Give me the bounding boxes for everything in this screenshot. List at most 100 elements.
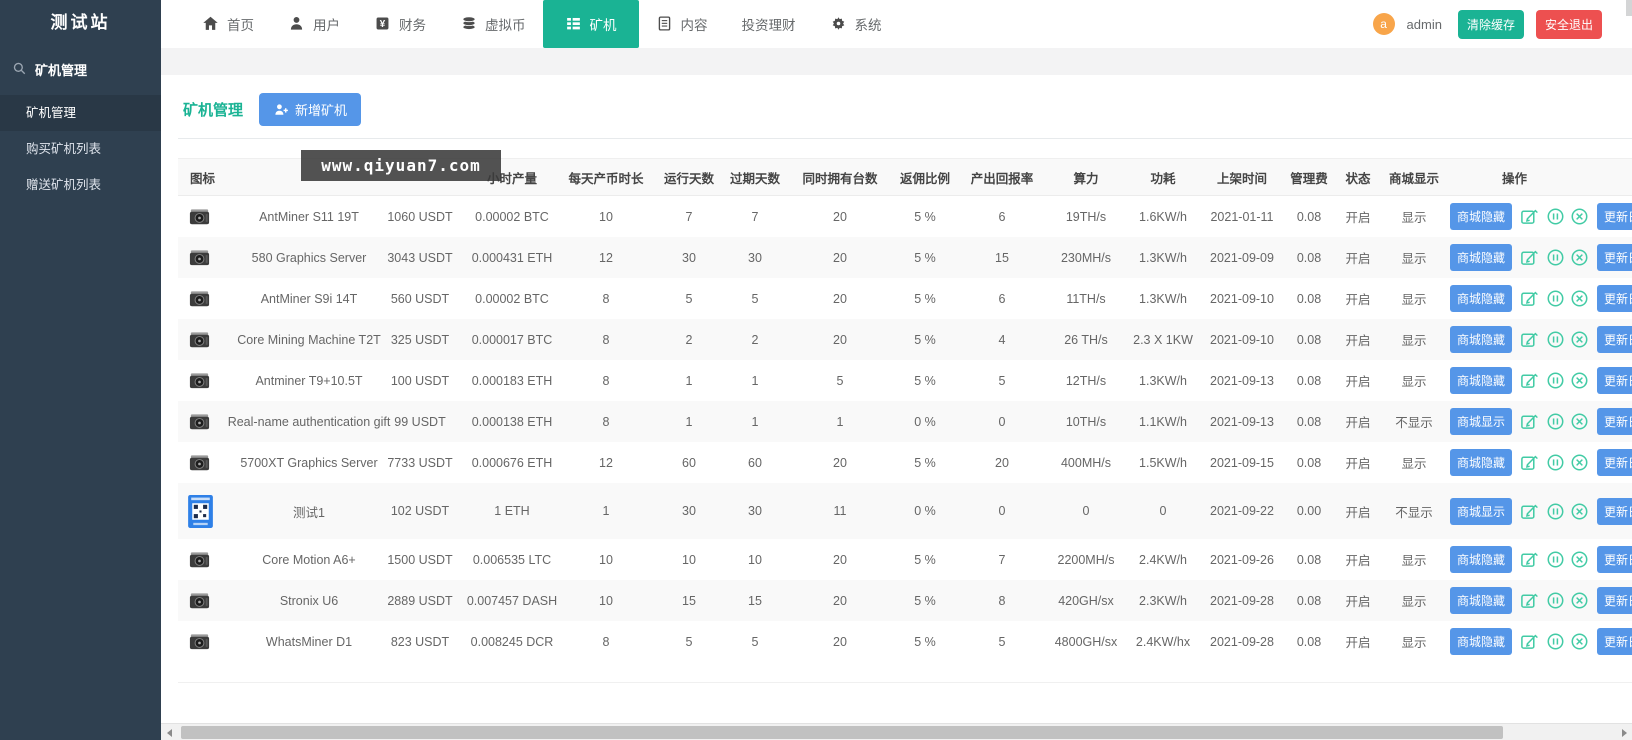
pause-button[interactable] bbox=[1546, 412, 1565, 431]
cell-rebate: 0 % bbox=[890, 504, 960, 518]
nav-item[interactable]: 投资理财 bbox=[725, 0, 813, 48]
update-log-button[interactable]: 更新日志 bbox=[1597, 367, 1632, 394]
mall-toggle-button[interactable]: 商城隐藏 bbox=[1450, 326, 1512, 353]
edit-button[interactable] bbox=[1520, 412, 1539, 431]
cell-shelf-date: 2021-09-10 bbox=[1198, 333, 1286, 347]
cell-name: Real-name authentication gift bbox=[248, 415, 370, 429]
cell-daily-hours: 8 bbox=[554, 333, 658, 347]
mall-toggle-button[interactable]: 商城隐藏 bbox=[1450, 449, 1512, 476]
edit-button[interactable] bbox=[1520, 207, 1539, 226]
update-log-button[interactable]: 更新日志 bbox=[1597, 326, 1632, 353]
pause-icon bbox=[1546, 502, 1565, 521]
pause-button[interactable] bbox=[1546, 453, 1565, 472]
update-log-button[interactable]: 更新日志 bbox=[1597, 546, 1632, 573]
avatar[interactable]: a bbox=[1373, 13, 1395, 35]
edit-button[interactable] bbox=[1520, 371, 1539, 390]
edit-button[interactable] bbox=[1520, 289, 1539, 308]
pause-button[interactable] bbox=[1546, 502, 1565, 521]
edit-button[interactable] bbox=[1520, 632, 1539, 651]
pause-button[interactable] bbox=[1546, 330, 1565, 349]
username[interactable]: admin bbox=[1407, 17, 1442, 32]
cancel-button[interactable] bbox=[1570, 412, 1589, 431]
scroll-left-arrow-icon[interactable] bbox=[161, 724, 177, 740]
pause-button[interactable] bbox=[1546, 248, 1565, 267]
cell-mgmt-fee: 0.08 bbox=[1286, 374, 1332, 388]
mall-toggle-button[interactable]: 商城显示 bbox=[1450, 498, 1512, 525]
cell-mall-display: 显示 bbox=[1384, 248, 1444, 267]
cell-price: 7733 USDT bbox=[370, 456, 470, 470]
cancel-button[interactable] bbox=[1570, 502, 1589, 521]
cancel-button[interactable] bbox=[1570, 248, 1589, 267]
update-log-button[interactable]: 更新日志 bbox=[1597, 203, 1632, 230]
nav-item[interactable]: 内容 bbox=[639, 0, 725, 48]
edit-button[interactable] bbox=[1520, 502, 1539, 521]
cell-return-rate: 8 bbox=[960, 594, 1044, 608]
nav-item[interactable]: 矿机 bbox=[543, 0, 639, 48]
edit-button[interactable] bbox=[1520, 591, 1539, 610]
cancel-button[interactable] bbox=[1570, 371, 1589, 390]
cell-shelf-date: 2021-09-15 bbox=[1198, 456, 1286, 470]
actions-cell: 商城隐藏 更新日志 bbox=[1444, 244, 1632, 271]
pause-button[interactable] bbox=[1546, 591, 1565, 610]
cancel-button[interactable] bbox=[1570, 453, 1589, 472]
add-miner-button[interactable]: 新增矿机 bbox=[259, 93, 361, 126]
mall-toggle-button[interactable]: 商城隐藏 bbox=[1450, 244, 1512, 271]
mall-toggle-button[interactable]: 商城隐藏 bbox=[1450, 203, 1512, 230]
edit-button[interactable] bbox=[1520, 550, 1539, 569]
update-log-button[interactable]: 更新日志 bbox=[1597, 244, 1632, 271]
clear-cache-button[interactable]: 清除缓存 bbox=[1458, 10, 1524, 39]
pause-button[interactable] bbox=[1546, 371, 1565, 390]
miner-table: 图标小时产量每天产币时长运行天数过期天数同时拥有台数返佣比例产出回报率算力功耗上… bbox=[178, 158, 1632, 683]
cell-expire-days: 1 bbox=[720, 374, 790, 388]
edit-button[interactable] bbox=[1520, 248, 1539, 267]
update-log-button[interactable]: 更新日志 bbox=[1597, 449, 1632, 476]
edit-button[interactable] bbox=[1520, 330, 1539, 349]
mall-toggle-button[interactable]: 商城隐藏 bbox=[1450, 587, 1512, 614]
mall-toggle-button[interactable]: 商城隐藏 bbox=[1450, 628, 1512, 655]
edit-icon bbox=[1520, 207, 1539, 226]
mall-toggle-button[interactable]: 商城隐藏 bbox=[1450, 546, 1512, 573]
sidebar-item[interactable]: 矿机管理 bbox=[0, 95, 161, 131]
edit-icon bbox=[1520, 289, 1539, 308]
cell-hashrate: 2200MH/s bbox=[1044, 553, 1128, 567]
mall-toggle-button[interactable]: 商城隐藏 bbox=[1450, 367, 1512, 394]
mall-toggle-button[interactable]: 商城显示 bbox=[1450, 408, 1512, 435]
cancel-button[interactable] bbox=[1570, 289, 1589, 308]
mall-toggle-button[interactable]: 商城隐藏 bbox=[1450, 285, 1512, 312]
update-log-button[interactable]: 更新日志 bbox=[1597, 498, 1632, 525]
sidebar-item[interactable]: 赠送矿机列表 bbox=[0, 167, 161, 203]
nav-item[interactable]: 系统 bbox=[813, 0, 899, 48]
cell-hourly-output: 0.000431 ETH bbox=[470, 251, 554, 265]
sidebar-item[interactable]: 购买矿机列表 bbox=[0, 131, 161, 167]
cell-shelf-date: 2021-09-10 bbox=[1198, 292, 1286, 306]
update-log-button[interactable]: 更新日志 bbox=[1597, 285, 1632, 312]
table-body: AntMiner S11 19T1060 USDT0.00002 BTC1077… bbox=[178, 196, 1632, 662]
cancel-button[interactable] bbox=[1570, 330, 1589, 349]
cell-daily-hours: 8 bbox=[554, 415, 658, 429]
nav-item[interactable]: 首页 bbox=[185, 0, 271, 48]
pause-button[interactable] bbox=[1546, 550, 1565, 569]
cancel-button[interactable] bbox=[1570, 207, 1589, 226]
scrollbar-thumb[interactable] bbox=[181, 726, 1503, 739]
cancel-button[interactable] bbox=[1570, 591, 1589, 610]
scroll-right-arrow-icon[interactable] bbox=[1616, 724, 1632, 740]
cancel-button[interactable] bbox=[1570, 632, 1589, 651]
update-log-button[interactable]: 更新日志 bbox=[1597, 587, 1632, 614]
update-log-button[interactable]: 更新日志 bbox=[1597, 408, 1632, 435]
cell-status: 开启 bbox=[1332, 412, 1384, 431]
cancel-button[interactable] bbox=[1570, 550, 1589, 569]
cancel-icon bbox=[1570, 248, 1589, 267]
nav-item[interactable]: ¥财务 bbox=[357, 0, 443, 48]
edit-button[interactable] bbox=[1520, 453, 1539, 472]
pause-button[interactable] bbox=[1546, 289, 1565, 308]
logout-button[interactable]: 安全退出 bbox=[1536, 10, 1602, 39]
cell-shelf-date: 2021-09-26 bbox=[1198, 553, 1286, 567]
pause-button[interactable] bbox=[1546, 632, 1565, 651]
nav-item[interactable]: 用户 bbox=[271, 0, 357, 48]
horizontal-scrollbar[interactable] bbox=[161, 723, 1632, 740]
update-log-button[interactable]: 更新日志 bbox=[1597, 628, 1632, 655]
cell-mall-display: 不显示 bbox=[1384, 502, 1444, 521]
pause-button[interactable] bbox=[1546, 207, 1565, 226]
nav-item[interactable]: 虚拟币 bbox=[443, 0, 543, 48]
edit-icon bbox=[1520, 502, 1539, 521]
